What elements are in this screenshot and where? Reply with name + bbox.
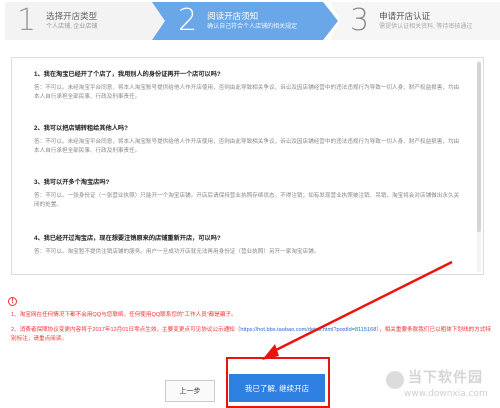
- watermark-logo-icon: [386, 371, 404, 389]
- faq-item: 2、我可以把店铺转租给其他人吗? 答：不可以。未经淘宝平台同意，将本人淘宝账号提…: [34, 124, 464, 155]
- faq-answer: 答：不可以。淘宝暂不提供注销店铺的服务。用户一旦成功开店就无法再用身份证（营业执…: [34, 249, 320, 255]
- step-title: 申请开店认证: [379, 10, 431, 21]
- faq-answer: 答：不可以。未经淘宝平台同意，将本人淘宝账号提供给他人作开店使用，否则由此导致相…: [34, 139, 460, 154]
- step-subtitle: 确认自己符合个人店铺的相关规定: [207, 23, 298, 30]
- step-subtitle: 需提供认证相关资料, 等待审核通过: [379, 23, 473, 30]
- notice-agreement-change: 2、消费者保障协议变更内容将于2017年12月01日零点生效，主要变更点可见协议…: [11, 326, 493, 344]
- step-subtitle: 个人店铺, 企业店铺: [46, 23, 98, 30]
- agreement-box[interactable]: 1、我在淘宝已经开了个店了，我用别人的身份证再开一个店可以吗? 答：不可以。未经…: [11, 57, 484, 275]
- warning-icon: !: [8, 297, 17, 306]
- notice-text: 2、消费者保障协议变更内容将于2017年12月01日零点生效，主要变更点可见协议…: [11, 327, 241, 333]
- watermark-url: www.downxia.com: [404, 389, 488, 399]
- faq-question: 2、我可以把店铺转租给其他人吗?: [34, 125, 128, 132]
- notice-qq: 1、淘宝网在任何情况下都不会用QQ与您联络，任何使用QQ联系您的“工作人员”都是…: [11, 312, 237, 318]
- step-number: 3: [350, 3, 370, 38]
- step-number: 1: [17, 3, 37, 38]
- step-title: 阅读开店须知: [207, 10, 259, 21]
- faq-item: 1、我在淘宝已经开了个店了，我用别人的身份证再开一个店可以吗? 答：不可以。未经…: [34, 70, 464, 101]
- step-number: 2: [178, 3, 198, 38]
- faq-item: 4、我已经开过淘宝店，现在想要注销原来的店铺重新开店，可以吗? 答：不可以。淘宝…: [34, 234, 464, 257]
- step-3: 3 申请开店认证 需提供认证相关资料, 等待审核通过: [330, 2, 500, 40]
- faq-question: 1、我在淘宝已经开了个店了，我用别人的身份证再开一个店可以吗?: [34, 71, 221, 78]
- previous-step-button[interactable]: 上一步: [165, 380, 215, 402]
- step-2-active: 2 阅读开店须知 确认自己符合个人店铺的相关规定: [152, 2, 338, 40]
- watermark-cn: 当下软件园: [408, 370, 483, 386]
- faq-question: 4、我已经开过淘宝店，现在想要注销原来的店铺重新开店，可以吗?: [34, 235, 221, 242]
- faq-answer: 答：不可以。一张身份证（一张营业执照）只能开一个淘宝店铺。开店后请保持营业执照存…: [34, 193, 460, 208]
- announcement-link[interactable]: https://hot.bbs.taobao.com/detail.html?p…: [240, 327, 376, 333]
- red-highlight-box: [226, 357, 330, 408]
- watermark: 当下软件园 www.downxia.com: [386, 365, 498, 405]
- step-1: 1 选择开店类型 个人店铺, 企业店铺: [5, 2, 165, 40]
- step-title: 选择开店类型: [46, 10, 98, 21]
- scrollbar-thumb[interactable]: [477, 62, 481, 232]
- faq-answer: 答：不可以。未经淘宝平台同意，将本人淘宝账号提供给他人作开店使用，否则由此导致相…: [34, 85, 460, 100]
- faq-question: 3、我可以开多个淘宝店吗?: [34, 179, 110, 186]
- scrollbar[interactable]: [477, 60, 481, 272]
- faq-item: 3、我可以开多个淘宝店吗? 答：不可以。一张身份证（一张营业执照）只能开一个淘宝…: [34, 178, 464, 209]
- steps-bar: 1 选择开店类型 个人店铺, 企业店铺 3 申请开店认证 需提供认证相关资料, …: [0, 0, 500, 42]
